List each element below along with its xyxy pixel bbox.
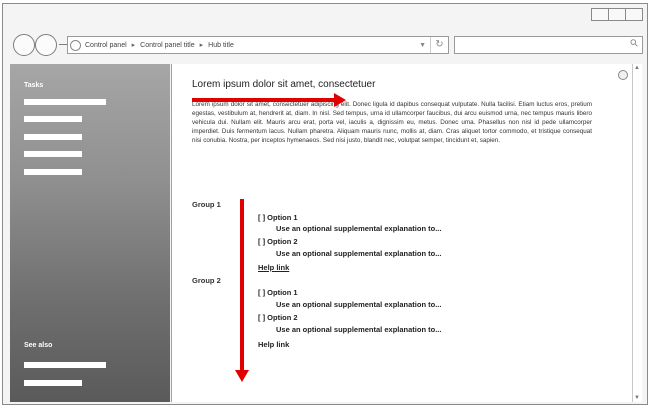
option-checkbox[interactable]: [ ] Option 2	[258, 313, 298, 322]
help-link[interactable]: Help link	[258, 263, 289, 272]
main-content: ▲ ▼ Lorem ipsum dolor sit amet, consecte…	[171, 64, 642, 402]
see-also-link[interactable]	[24, 362, 106, 368]
option-checkbox[interactable]: [ ] Option 1	[258, 213, 298, 222]
horizontal-reading-arrow	[192, 98, 336, 102]
task-link[interactable]	[24, 134, 82, 140]
address-bar[interactable]: Control panel ▸ Control panel title ▸ Hu…	[67, 36, 449, 54]
control-panel-icon	[70, 39, 81, 51]
task-link[interactable]	[24, 99, 106, 105]
see-also-heading: See also	[24, 342, 53, 349]
nav-dropdown-icon[interactable]	[59, 44, 67, 45]
help-icon[interactable]	[618, 70, 628, 80]
scroll-down-icon[interactable]: ▼	[634, 395, 640, 401]
option-checkbox[interactable]: [ ] Option 1	[258, 288, 298, 297]
option-description: Use an optional supplemental explanation…	[276, 300, 442, 309]
breadcrumb-item[interactable]: Hub title	[208, 42, 234, 49]
option-description: Use an optional supplemental explanation…	[276, 224, 442, 233]
forward-button[interactable]	[35, 34, 57, 56]
task-link[interactable]	[24, 169, 82, 175]
breadcrumb-separator-icon[interactable]: ▸	[132, 41, 136, 49]
scroll-up-icon[interactable]: ▲	[634, 65, 640, 71]
option-description: Use an optional supplemental explanation…	[276, 249, 442, 258]
option-checkbox[interactable]: [ ] Option 2	[258, 237, 298, 246]
minimize-button[interactable]	[591, 8, 609, 21]
breadcrumb-item[interactable]: Control panel	[85, 42, 127, 49]
group-label: Group 2	[192, 276, 221, 285]
address-dropdown-icon[interactable]: ▼	[419, 42, 426, 49]
option-description: Use an optional supplemental explanation…	[276, 325, 442, 334]
help-link[interactable]: Help link	[258, 340, 289, 349]
vertical-scrollbar[interactable]: ▲ ▼	[632, 64, 642, 402]
tasks-heading: Tasks	[24, 82, 44, 89]
page-description: Lorem ipsum dolor sit amet, consectetuer…	[192, 101, 592, 144]
maximize-button[interactable]	[608, 8, 626, 21]
task-link[interactable]	[24, 151, 82, 157]
task-pane: Tasks See also	[10, 64, 170, 402]
vertical-reading-arrow	[240, 199, 244, 372]
refresh-icon[interactable]: ↻	[430, 37, 448, 53]
search-icon[interactable]: ⚲	[628, 37, 641, 50]
search-input[interactable]: ⚲	[454, 36, 643, 54]
navigation-bar: Control panel ▸ Control panel title ▸ Hu…	[3, 30, 647, 58]
see-also-link[interactable]	[24, 380, 82, 386]
close-button[interactable]	[625, 8, 643, 21]
task-link[interactable]	[24, 116, 82, 122]
page-title: Lorem ipsum dolor sit amet, consectetuer	[192, 79, 376, 90]
back-button[interactable]	[13, 34, 35, 56]
arrow-head-down-icon	[235, 370, 249, 382]
window-caption-buttons	[591, 8, 643, 21]
breadcrumb-separator-icon[interactable]: ▸	[200, 41, 204, 49]
arrow-head-right-icon	[334, 93, 346, 107]
window: Control panel ▸ Control panel title ▸ Hu…	[2, 3, 648, 405]
breadcrumb-item[interactable]: Control panel title	[140, 42, 194, 49]
group-label: Group 1	[192, 200, 221, 209]
